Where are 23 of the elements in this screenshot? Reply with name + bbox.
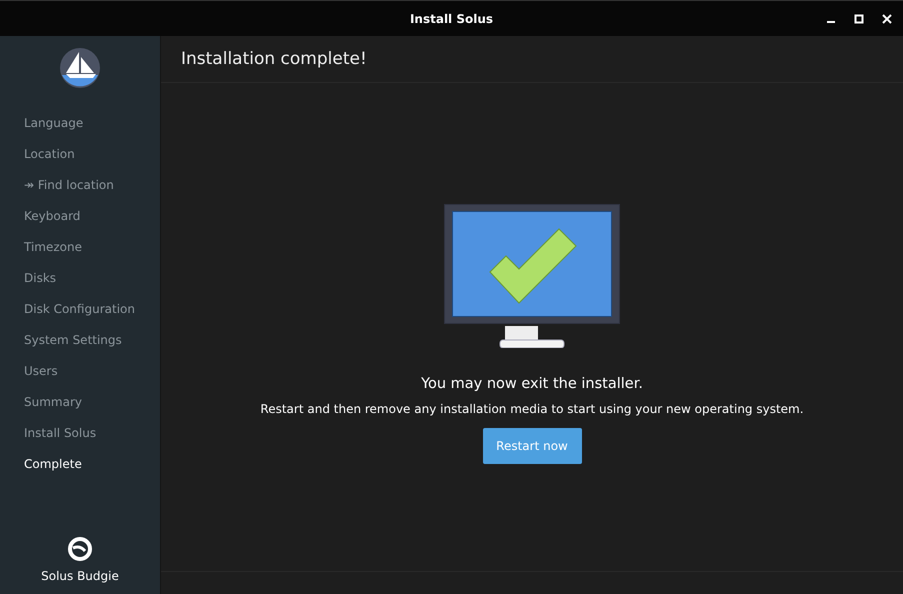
budgie-logo-icon bbox=[68, 537, 92, 561]
sidebar-item[interactable]: Disk Configuration bbox=[0, 294, 160, 325]
sidebar-item[interactable]: Timezone bbox=[0, 232, 160, 263]
sidebar-item[interactable]: Summary bbox=[0, 387, 160, 418]
sidebar-item[interactable]: System Settings bbox=[0, 325, 160, 356]
sidebar-item[interactable]: Install Solus bbox=[0, 418, 160, 449]
sidebar-item[interactable]: Language bbox=[0, 108, 160, 139]
window-title: Install Solus bbox=[410, 12, 494, 26]
maximize-icon[interactable] bbox=[854, 14, 864, 24]
completion-heading: You may now exit the installer. bbox=[421, 376, 643, 392]
sidebar-item[interactable]: Complete bbox=[0, 449, 160, 480]
completion-message: Restart and then remove any installation media to start using your new operating system. bbox=[260, 402, 804, 416]
sidebar-item[interactable]: Keyboard bbox=[0, 201, 160, 232]
close-icon[interactable] bbox=[882, 14, 892, 24]
restart-button[interactable]: Restart now bbox=[482, 428, 582, 464]
edition-name: Solus Budgie bbox=[41, 569, 119, 583]
monitor-checkmark-icon bbox=[444, 204, 620, 348]
page-title: Installation complete! bbox=[181, 49, 367, 69]
sidebar-item[interactable]: Location bbox=[0, 139, 160, 170]
sidebar-item[interactable]: Users bbox=[0, 356, 160, 387]
sailboat-logo-icon bbox=[60, 48, 100, 88]
sidebar-item[interactable]: Disks bbox=[0, 263, 160, 294]
sidebar-item[interactable]: ↠ Find location bbox=[0, 170, 160, 201]
